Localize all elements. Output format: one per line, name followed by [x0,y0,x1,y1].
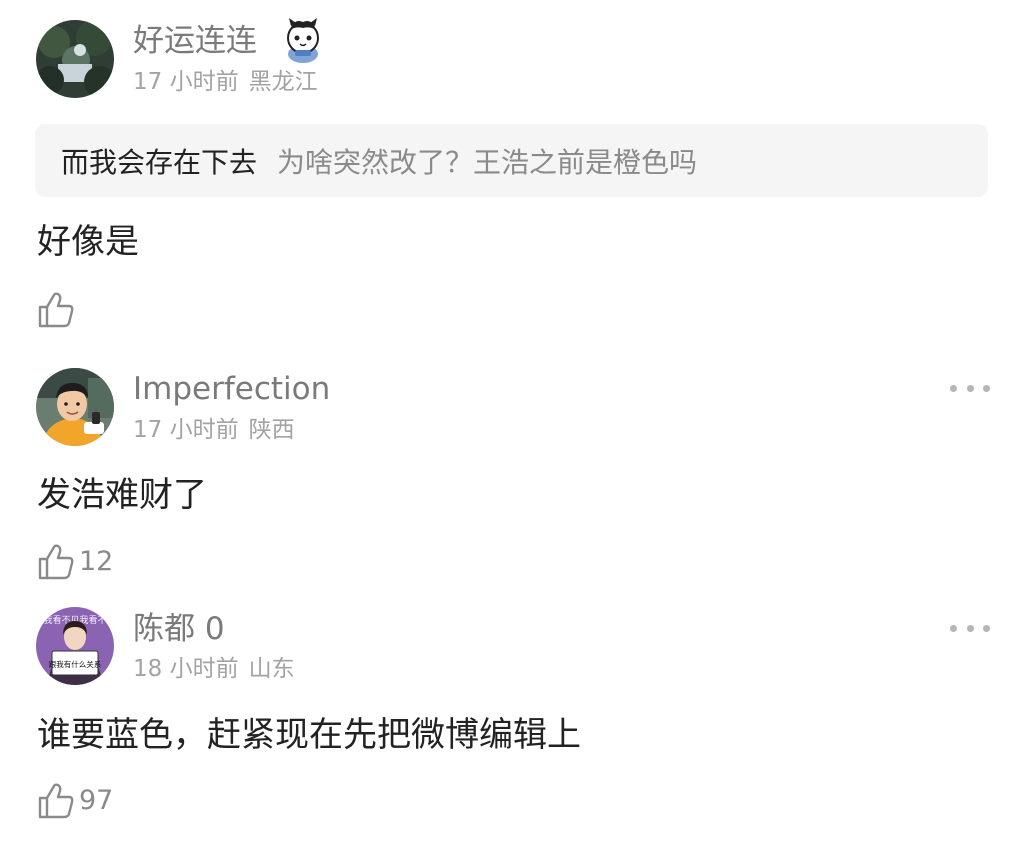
username[interactable]: 陈都 0 [133,609,225,649]
dot-icon [950,624,957,632]
avatar-sign-text: 跟我有什么关系 [49,659,102,669]
like-button[interactable]: 97 [37,781,113,821]
comment-text: 谁要蓝色，赶紧现在先把微博编辑上 [37,715,581,755]
comment-meta: 18 小时前 山东 [133,654,295,684]
timestamp: 18 小时前 [133,656,239,682]
avatar-sign-image: 我看不见我看不 跟我有什么关系 [36,607,114,685]
avatar[interactable]: 我看不见我看不 跟我有什么关系 [36,607,114,685]
location: 山东 [248,656,295,682]
thumbs-up-icon [38,783,74,819]
comment-item-3: 我看不见我看不 跟我有什么关系 陈都 0 18 小时前山东 谁要蓝色，赶紧现在先… [0,0,1024,846]
like-count: 97 [79,785,114,816]
dot-icon [966,624,974,632]
dot-icon [983,624,990,632]
more-options-button[interactable] [950,618,990,638]
